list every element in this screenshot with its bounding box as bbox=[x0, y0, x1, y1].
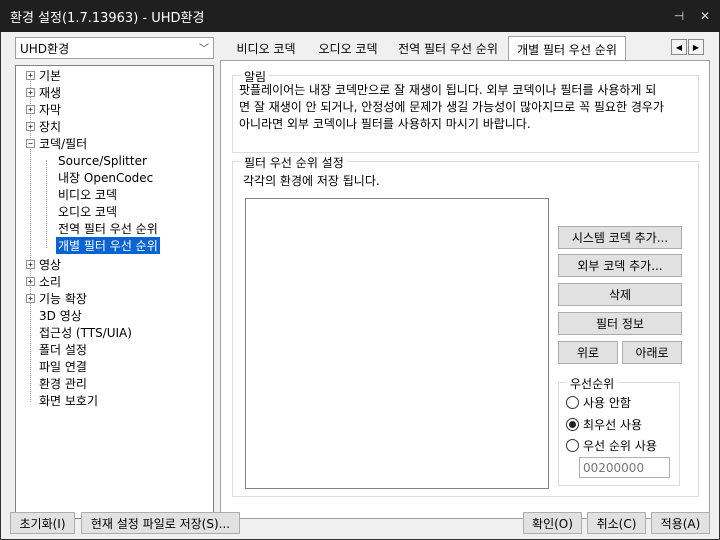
tree-item-source-splitter[interactable]: Source/Splitter bbox=[58, 152, 147, 169]
tree-item-folders[interactable]: 폴더 설정 bbox=[26, 341, 87, 358]
tree-item-devices[interactable]: + 장치 bbox=[26, 118, 61, 135]
filter-info-button[interactable]: 필터 정보 bbox=[558, 312, 682, 335]
notice-line: 아니라면 외부 코덱이나 필터를 사용하지 마시기 바랍니다. bbox=[239, 117, 531, 131]
add-system-codec-button[interactable]: 시스템 코덱 추가... bbox=[558, 226, 682, 249]
expand-icon[interactable]: + bbox=[26, 294, 35, 303]
tree-item-opencodec[interactable]: 내장 OpenCodec bbox=[58, 169, 153, 186]
expand-icon[interactable]: + bbox=[26, 277, 35, 286]
expand-icon[interactable]: + bbox=[26, 260, 35, 269]
save-to-current-file-button[interactable]: 현재 설정 파일로 저장(S)... bbox=[81, 512, 240, 534]
pin-icon[interactable]: ⊣ bbox=[668, 5, 690, 27]
expand-icon[interactable]: + bbox=[26, 71, 35, 80]
cancel-button[interactable]: 취소(C) bbox=[587, 512, 646, 534]
filter-list[interactable] bbox=[245, 198, 549, 489]
collapse-icon[interactable]: − bbox=[26, 139, 35, 148]
tree-item-accessibility[interactable]: 접근성 (TTS/UIA) bbox=[26, 324, 132, 341]
tree-item-codec-filter[interactable]: − 코덱/필터 bbox=[26, 135, 87, 152]
profile-dropdown[interactable]: UHD환경 ﹀ bbox=[15, 37, 214, 59]
priority-group-title: 우선순위 bbox=[567, 375, 618, 392]
ok-button[interactable]: 확인(O) bbox=[523, 512, 582, 534]
tab-video-codec[interactable]: 비디오 코덱 bbox=[225, 37, 307, 60]
tree-guide-line bbox=[46, 160, 47, 248]
title-bar: 환경 설정(1.7.13963) - UHD환경 ⊣ ✕ bbox=[0, 0, 720, 32]
chevron-down-icon: ﹀ bbox=[199, 44, 209, 55]
tree-item-playback[interactable]: + 재생 bbox=[26, 84, 61, 101]
tab-scroll-right-icon[interactable]: ▶ bbox=[688, 39, 704, 55]
tree-item-global-filter-priority[interactable]: 전역 필터 우선 순위 bbox=[58, 220, 158, 237]
tree-item-basic[interactable]: + 기본 bbox=[26, 67, 61, 84]
tab-page: 알림 팟플레이어는 내장 코덱만으로 잘 재생이 됩니다. 외부 코덱이나 필터… bbox=[220, 60, 710, 519]
radio-button[interactable] bbox=[566, 439, 579, 452]
profile-selected: UHD환경 bbox=[20, 41, 70, 56]
priority-value-input[interactable]: 00200000 bbox=[579, 457, 670, 478]
move-down-button[interactable]: 아래로 bbox=[622, 341, 682, 364]
move-up-button[interactable]: 위로 bbox=[558, 341, 618, 364]
tab-audio-codec[interactable]: 오디오 코덱 bbox=[307, 37, 389, 60]
radio-highest-priority[interactable]: 최우선 사용 bbox=[566, 416, 642, 433]
radio-no-use[interactable]: 사용 안함 bbox=[566, 394, 631, 411]
tree-item-extensions[interactable]: + 기능 확장 bbox=[26, 290, 87, 307]
notice-line: 면 잘 재생이 안 되거나, 안정성에 문제가 생길 가능성이 많아지므로 꼭 … bbox=[239, 100, 664, 114]
tree-item-file-association[interactable]: 파일 연결 bbox=[26, 358, 87, 375]
add-external-codec-button[interactable]: 외부 코덱 추가... bbox=[558, 254, 682, 277]
notice-line: 팟플레이어는 내장 코덱만으로 잘 재생이 됩니다. 외부 코덱이나 필터를 사… bbox=[239, 83, 657, 97]
tree-item-subtitles[interactable]: + 자막 bbox=[26, 101, 61, 118]
apply-button[interactable]: 적용(A) bbox=[651, 512, 710, 534]
reset-button[interactable]: 초기화(I) bbox=[10, 512, 75, 534]
tree-item-screensaver[interactable]: 화면 보호기 bbox=[26, 392, 98, 409]
tree-item-individual-filter-priority[interactable]: 개별 필터 우선 순위 bbox=[56, 237, 160, 254]
tree-item-video-codec[interactable]: 비디오 코덱 bbox=[58, 186, 117, 203]
tree-item-audio-codec[interactable]: 오디오 코덱 bbox=[58, 203, 117, 220]
tree-item-3d[interactable]: 3D 영상 bbox=[26, 307, 82, 324]
tab-scroll-left-icon[interactable]: ◀ bbox=[671, 39, 687, 55]
filter-priority-title: 필터 우선 순위 설정 bbox=[241, 154, 347, 171]
tree-item-sound[interactable]: + 소리 bbox=[26, 273, 61, 290]
expand-icon[interactable]: + bbox=[26, 122, 35, 131]
expand-icon[interactable]: + bbox=[26, 88, 35, 97]
window-title: 환경 설정(1.7.13963) - UHD환경 bbox=[10, 10, 205, 26]
notice-text: 팟플레이어는 내장 코덱만으로 잘 재생이 됩니다. 외부 코덱이나 필터를 사… bbox=[239, 82, 699, 133]
expand-icon[interactable]: + bbox=[26, 105, 35, 114]
filter-priority-subtitle: 각각의 환경에 저장 됩니다. bbox=[243, 174, 380, 188]
radio-button-checked[interactable] bbox=[566, 418, 579, 431]
close-icon[interactable]: ✕ bbox=[694, 5, 716, 27]
settings-tree: + 기본 + 재생 + 자막 + 장치 − 코덱/필터 Source/Splitter 내… bbox=[15, 65, 214, 519]
dialog-client: UHD환경 ﹀ + 기본 + 재생 + 자막 + 장치 − 코덱/필터 Source/Sp… bbox=[0, 32, 720, 540]
radio-priority-order[interactable]: 우선 순위 사용 bbox=[566, 437, 657, 454]
tree-item-config-management[interactable]: 환경 관리 bbox=[26, 375, 87, 392]
radio-button[interactable] bbox=[566, 396, 579, 409]
tab-global-filter-priority[interactable]: 전역 필터 우선 순위 bbox=[389, 37, 507, 60]
tree-item-video[interactable]: + 영상 bbox=[26, 256, 61, 273]
tab-individual-filter-priority[interactable]: 개별 필터 우선 순위 bbox=[508, 36, 626, 61]
delete-button[interactable]: 삭제 bbox=[558, 283, 682, 306]
